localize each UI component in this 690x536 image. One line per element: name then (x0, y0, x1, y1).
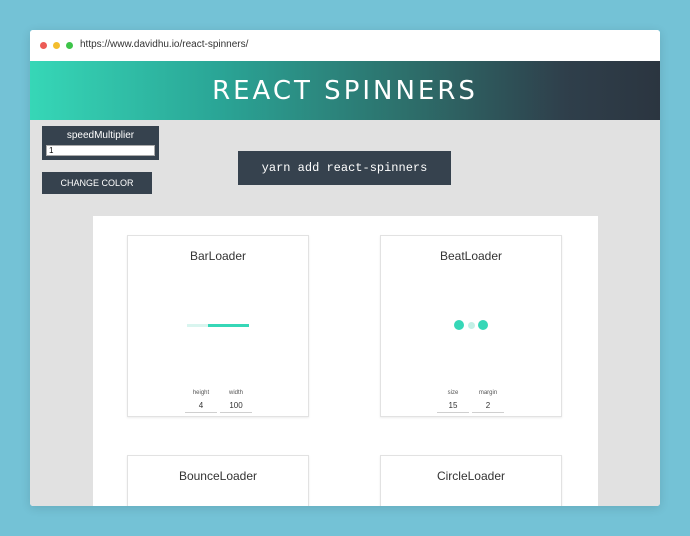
loaders-panel: BarLoader height width 4 100 BeatLoader … (93, 216, 598, 506)
prop-label-margin: margin (478, 390, 498, 396)
prop-label-width: width (228, 390, 243, 396)
prop-label-height: height (192, 390, 210, 396)
height-input[interactable]: 4 (185, 400, 217, 413)
beat-loader-dot (478, 320, 488, 330)
beat-loader-dot (454, 320, 464, 330)
address-bar[interactable]: https://www.davidhu.io/react-spinners/ (80, 39, 248, 50)
loader-card-title: BarLoader (189, 249, 247, 263)
browser-titlebar: https://www.davidhu.io/react-spinners/ (30, 30, 660, 61)
width-input[interactable]: 100 (220, 400, 252, 413)
size-input[interactable]: 15 (437, 400, 469, 413)
loader-card-beatloader: BeatLoader size margin 15 2 (380, 235, 562, 417)
loader-card-circleloader: CircleLoader (380, 455, 562, 506)
browser-window: https://www.davidhu.io/react-spinners/ R… (30, 30, 660, 506)
install-command: yarn add react-spinners (238, 151, 451, 185)
close-window-button[interactable] (40, 42, 47, 49)
bar-loader-spinner (187, 324, 249, 327)
loader-card-barloader: BarLoader height width 4 100 (127, 235, 309, 417)
prop-label-size: size (447, 390, 459, 396)
speed-multiplier-control: speedMultiplier 1 (42, 126, 159, 160)
loader-card-title: BeatLoader (439, 249, 503, 263)
loader-card-title: BounceLoader (178, 469, 258, 483)
change-color-button[interactable]: CHANGE COLOR (42, 172, 152, 194)
loader-card-bounceloader: BounceLoader (127, 455, 309, 506)
beat-loader-dot (468, 322, 475, 329)
maximize-window-button[interactable] (66, 42, 73, 49)
loader-card-title: CircleLoader (436, 469, 506, 483)
speed-multiplier-label: speedMultiplier (66, 130, 135, 141)
speed-multiplier-input[interactable]: 1 (46, 145, 155, 156)
minimize-window-button[interactable] (53, 42, 60, 49)
margin-input[interactable]: 2 (472, 400, 504, 413)
page-title: REACT SPINNERS (212, 75, 478, 106)
bar-loader-bar (208, 324, 249, 327)
main-content: speedMultiplier 1 CHANGE COLOR yarn add … (30, 120, 660, 506)
page-header: REACT SPINNERS (30, 61, 660, 120)
